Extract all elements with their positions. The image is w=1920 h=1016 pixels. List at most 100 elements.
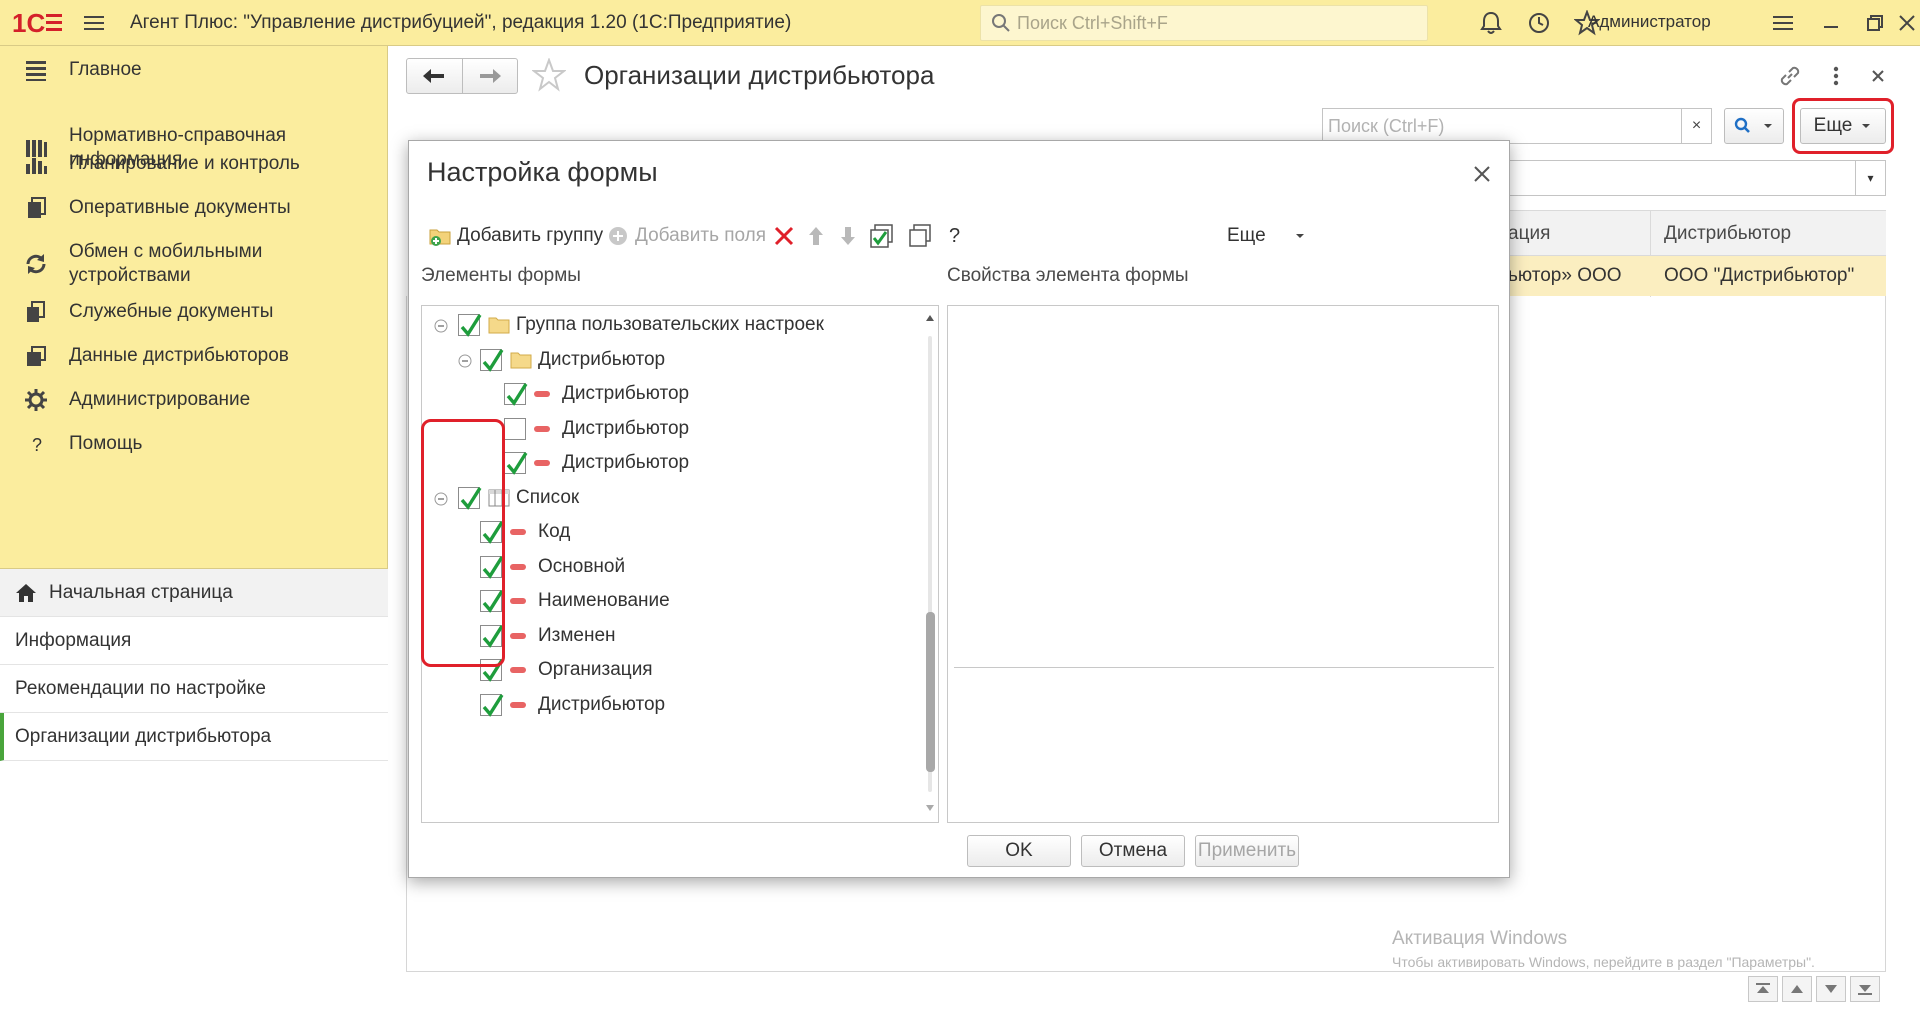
field-icon — [534, 460, 550, 466]
arrow-right-icon — [479, 69, 501, 83]
element-visibility-checkbox[interactable] — [458, 314, 482, 337]
open-window-home[interactable]: Начальная страница — [0, 569, 388, 617]
sidebar-item-planning[interactable]: Планирование и контроль — [0, 152, 388, 176]
table-row[interactable]: ьютор» ООО ООО "Дистрибьютор" — [1502, 256, 1886, 296]
global-search-input[interactable]: Поиск Ctrl+Shift+F — [980, 5, 1428, 41]
sidebar-item-main[interactable]: Главное — [0, 58, 388, 82]
tree-item-label: Список — [516, 486, 580, 508]
element-visibility-checkbox[interactable] — [480, 693, 504, 717]
home-icon — [16, 583, 36, 602]
distributor-data-icon — [27, 346, 46, 366]
column-header[interactable]: Дистрибьютор — [1664, 223, 1791, 245]
collapse-icon[interactable] — [434, 319, 448, 333]
move-up-icon[interactable] — [805, 225, 827, 247]
filter-combo[interactable]: ▾ — [1502, 160, 1886, 196]
list-icon — [26, 61, 46, 81]
more-actions-icon[interactable] — [1822, 62, 1850, 90]
sidebar-item-label: Оперативные документы — [69, 197, 291, 218]
add-folder-icon — [429, 229, 451, 246]
forward-button[interactable] — [463, 59, 518, 93]
cancel-button[interactable]: Отмена — [1081, 835, 1185, 867]
column-header[interactable]: ация — [1508, 223, 1550, 245]
sidebar-item-label: Администрирование — [69, 389, 251, 410]
settings-lines-icon[interactable] — [1770, 10, 1796, 36]
tree-item-label: Наименование — [538, 590, 670, 611]
open-window-info[interactable]: Информация — [0, 617, 388, 665]
close-form-icon[interactable] — [1864, 62, 1892, 90]
tree-item-label: Дистрибьютор — [562, 383, 690, 404]
apply-button[interactable]: Применить — [1195, 835, 1299, 867]
main-menu-icon[interactable] — [82, 11, 106, 35]
history-icon[interactable] — [1526, 10, 1552, 36]
sidebar-item-mobile-exchange[interactable]: Обмен с мобильными устройствами — [0, 240, 388, 288]
tree-item-label: Дистрибьютор — [562, 417, 690, 439]
documents-icon — [28, 197, 46, 218]
gear-icon — [25, 389, 47, 411]
scroll-down-arrow-icon[interactable] — [925, 804, 935, 812]
field-icon — [510, 632, 526, 639]
field-icon — [510, 563, 526, 570]
open-window-recommendations[interactable]: Рекомендации по настройке — [0, 665, 388, 713]
dialog-more-button[interactable]: Еще — [1227, 221, 1306, 251]
delete-icon[interactable] — [773, 225, 795, 247]
sidebar-item-help[interactable]: ? Помощь — [0, 432, 388, 456]
find-button[interactable] — [1724, 108, 1784, 144]
bar-chart-icon — [26, 158, 47, 174]
add-fields-button[interactable]: Добавить поля — [607, 221, 766, 251]
link-icon[interactable] — [1776, 62, 1804, 90]
sidebar-item-operations[interactable]: Оперативные документы — [0, 196, 388, 220]
close-window-icon[interactable] — [1894, 10, 1920, 36]
folder-icon — [510, 352, 532, 368]
element-visibility-checkbox[interactable] — [480, 348, 504, 372]
list-header: ация Дистрибьютор — [1502, 210, 1886, 297]
ok-button[interactable]: OK — [967, 835, 1071, 867]
element-visibility-checkbox[interactable] — [504, 417, 526, 440]
element-visibility-checkbox[interactable] — [504, 383, 528, 406]
form-title: Организации дистрибьютора — [584, 60, 935, 90]
close-icon[interactable] — [1471, 163, 1493, 185]
collapse-icon[interactable] — [458, 354, 472, 368]
dropdown-arrow-icon — [1764, 124, 1772, 128]
tree-row[interactable]: Дистрибьютор — [422, 686, 922, 726]
windows-activation-title: Активация Windows — [1392, 928, 1568, 949]
scroll-up-arrow-icon[interactable] — [925, 314, 935, 322]
current-user[interactable]: Администратор — [1588, 12, 1711, 32]
restore-icon[interactable] — [1862, 10, 1888, 36]
back-button[interactable] — [407, 59, 463, 93]
scroll-top-button[interactable] — [1748, 976, 1778, 1002]
scroll-up-button[interactable] — [1782, 976, 1812, 1002]
field-icon — [534, 425, 550, 432]
scroll-thumb[interactable] — [926, 612, 935, 772]
dropdown-arrow-icon[interactable]: ▾ — [1855, 161, 1885, 195]
scroll-bottom-button[interactable] — [1850, 976, 1880, 1002]
clear-search-button[interactable]: × — [1682, 108, 1712, 144]
open-window-distributor-orgs[interactable]: Организации дистрибьютора — [0, 713, 388, 761]
form-search-input[interactable]: Поиск (Ctrl+F) — [1322, 108, 1682, 144]
open-windows-panel: Начальная страница Информация Рекомендац… — [0, 568, 388, 1016]
search-icon — [1734, 117, 1750, 133]
check-all-icon[interactable] — [869, 223, 895, 249]
add-group-button[interactable]: Добавить группу — [429, 221, 603, 251]
sync-icon — [26, 254, 46, 274]
service-docs-icon — [27, 301, 45, 322]
table-cell: ООО "Дистрибьютор" — [1664, 265, 1855, 286]
sidebar-item-label: Главное — [69, 59, 142, 80]
tree-item-label: Организация — [538, 659, 653, 680]
sidebar-item-service-docs[interactable]: Служебные документы — [0, 300, 388, 324]
minimize-icon[interactable] — [1818, 10, 1844, 36]
checkmark-icon — [482, 693, 504, 717]
sidebar-item-distributor-data[interactable]: Данные дистрибьюторов — [0, 344, 388, 368]
scroll-down-button[interactable] — [1816, 976, 1846, 1002]
up-icon — [1791, 985, 1803, 993]
move-down-icon[interactable] — [837, 225, 859, 247]
sidebar-item-administration[interactable]: Администрирование — [0, 388, 388, 412]
help-button[interactable]: ? — [949, 221, 960, 251]
element-visibility-checkbox[interactable] — [504, 452, 528, 475]
folder-icon — [488, 317, 510, 334]
add-favorite-star-icon[interactable] — [532, 58, 566, 92]
bell-icon[interactable] — [1478, 10, 1504, 36]
uncheck-all-icon[interactable] — [907, 223, 933, 249]
tree-scrollbar[interactable] — [922, 306, 938, 822]
dialog-title: Настройка формы — [427, 157, 658, 187]
form-settings-dialog: Настройка формы Добавить группу Добавить… — [408, 140, 1510, 878]
